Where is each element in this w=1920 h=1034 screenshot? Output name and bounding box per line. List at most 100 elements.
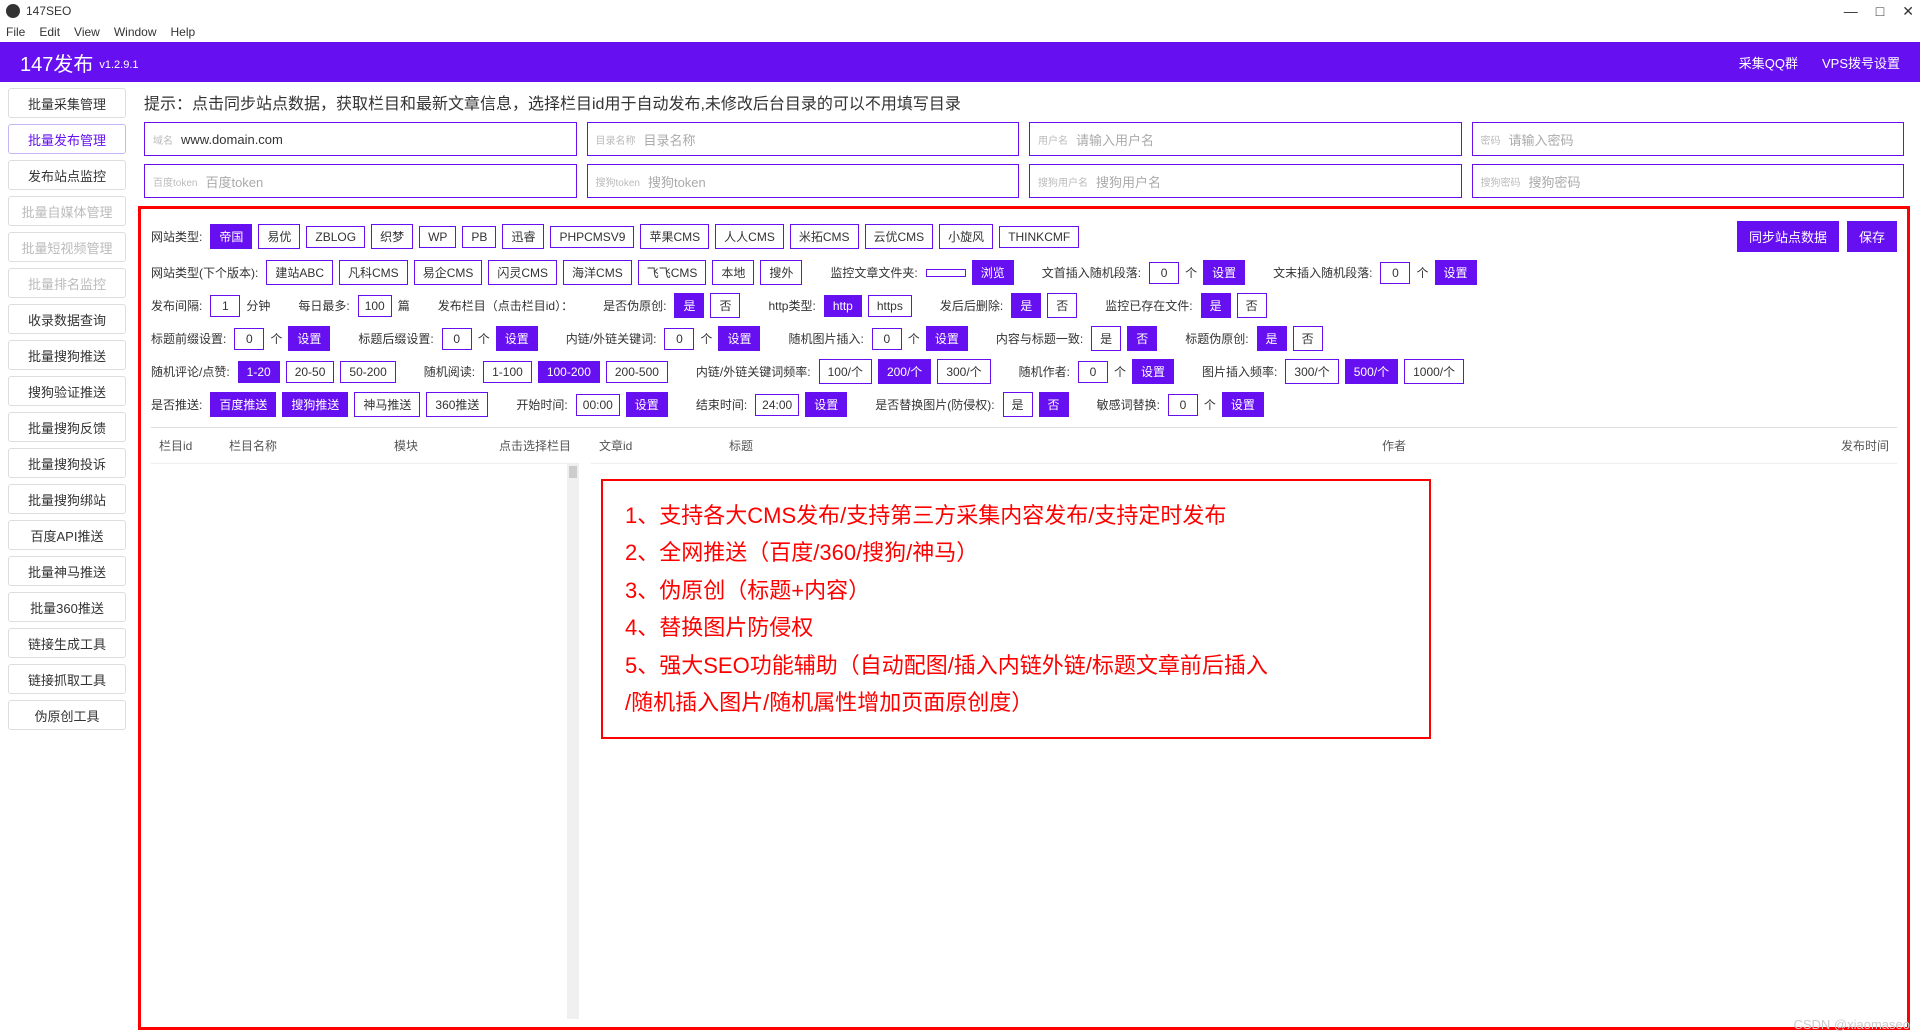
keywords-value[interactable]: 0 [664, 328, 694, 350]
sidebar-item-monitor[interactable]: 发布站点监控 [8, 160, 126, 190]
title-suf-set[interactable]: 设置 [496, 326, 538, 351]
sogou-pass-input[interactable]: 搜狗密码搜狗密码 [1472, 164, 1905, 198]
start-set[interactable]: 设置 [626, 392, 668, 417]
title-pseudo-yes[interactable]: 是 [1257, 326, 1287, 351]
site-type-next-opt[interactable]: 建站ABC [266, 260, 333, 285]
link-vps-settings[interactable]: VPS拨号设置 [1822, 53, 1900, 72]
save-button[interactable]: 保存 [1847, 221, 1897, 252]
menu-help[interactable]: Help [171, 25, 196, 39]
http-opt[interactable]: http [824, 295, 862, 317]
sidebar-item-baidu-api[interactable]: 百度API推送 [8, 520, 126, 550]
comment-opt[interactable]: 1-20 [238, 361, 280, 383]
end-set[interactable]: 设置 [805, 392, 847, 417]
push-opt[interactable]: 神马推送 [354, 392, 420, 417]
end-value[interactable]: 24:00 [755, 394, 799, 416]
site-type-next-opt[interactable]: 易企CMS [414, 260, 483, 285]
title-pseudo-no[interactable]: 否 [1293, 326, 1323, 351]
pseudo-no[interactable]: 否 [710, 293, 740, 318]
sidebar-item-shenma-push[interactable]: 批量神马推送 [8, 556, 126, 586]
randimg-value[interactable]: 0 [872, 328, 902, 350]
sidebar-item-sogou-feedback[interactable]: 批量搜狗反馈 [8, 412, 126, 442]
push-opt[interactable]: 百度推送 [210, 392, 276, 417]
push-opt[interactable]: 360推送 [426, 392, 488, 417]
kwfreq-opt[interactable]: 200/个 [878, 359, 931, 384]
comment-opt[interactable]: 50-200 [340, 361, 395, 383]
sidebar-item-media[interactable]: 批量自媒体管理 [8, 196, 126, 226]
site-type-next-opt[interactable]: 海洋CMS [563, 260, 632, 285]
pseudo-yes[interactable]: 是 [674, 293, 704, 318]
site-type-opt[interactable]: 米拓CMS [790, 224, 859, 249]
sidebar-item-link-gen[interactable]: 链接生成工具 [8, 628, 126, 658]
article-author-header[interactable]: 作者 [981, 437, 1807, 454]
col-id-header[interactable]: 栏目id [151, 437, 221, 454]
sensword-set[interactable]: 设置 [1222, 392, 1264, 417]
push-opt[interactable]: 搜狗推送 [282, 392, 348, 417]
read-opt[interactable]: 200-500 [606, 361, 668, 383]
col-module-header[interactable]: 模块 [351, 437, 461, 454]
dirname-input[interactable]: 目录名称目录名称 [587, 122, 1020, 156]
sidebar-item-sogou-complaint[interactable]: 批量搜狗投诉 [8, 448, 126, 478]
baidu-token-input[interactable]: 百度token百度token [144, 164, 577, 198]
site-type-opt[interactable]: 织梦 [371, 224, 413, 249]
sync-site-button[interactable]: 同步站点数据 [1737, 221, 1839, 252]
title-pre-set[interactable]: 设置 [288, 326, 330, 351]
site-type-opt[interactable]: WP [419, 226, 456, 248]
columns-table-body[interactable] [151, 464, 567, 1019]
col-select-header[interactable]: 点击选择栏目 [461, 437, 579, 454]
title-pre-value[interactable]: 0 [234, 328, 264, 350]
site-type-opt[interactable]: 苹果CMS [640, 224, 709, 249]
password-input[interactable]: 密码请输入密码 [1472, 122, 1905, 156]
imgfreq-opt[interactable]: 500/个 [1345, 359, 1398, 384]
site-type-opt[interactable]: 帝国 [210, 224, 252, 249]
site-type-opt[interactable]: 人人CMS [715, 224, 784, 249]
article-id-header[interactable]: 文章id [591, 437, 721, 454]
domain-input[interactable]: 域名www.domain.com [144, 122, 577, 156]
browse-button[interactable]: 浏览 [972, 260, 1014, 285]
site-type-opt[interactable]: 易优 [258, 224, 300, 249]
kwfreq-opt[interactable]: 100/个 [819, 359, 872, 384]
randimg-set[interactable]: 设置 [926, 326, 968, 351]
https-opt[interactable]: https [868, 295, 912, 317]
col-name-header[interactable]: 栏目名称 [221, 437, 351, 454]
article-time-header[interactable]: 发布时间 [1807, 437, 1897, 454]
afterdel-yes[interactable]: 是 [1011, 293, 1041, 318]
monitor-exist-no[interactable]: 否 [1237, 293, 1267, 318]
sidebar-item-video[interactable]: 批量短视频管理 [8, 232, 126, 262]
sidebar-item-360-push[interactable]: 批量360推送 [8, 592, 126, 622]
site-type-next-opt[interactable]: 本地 [712, 260, 754, 285]
content-title-yes[interactable]: 是 [1091, 326, 1121, 351]
tail-insert-value[interactable]: 0 [1380, 262, 1410, 284]
menu-window[interactable]: Window [114, 25, 157, 39]
daily-value[interactable]: 100 [358, 295, 392, 317]
scrollbar[interactable] [567, 464, 579, 1019]
maximize-button[interactable]: □ [1876, 3, 1884, 20]
head-insert-set[interactable]: 设置 [1203, 260, 1245, 285]
close-button[interactable]: ✕ [1902, 3, 1914, 20]
keywords-set[interactable]: 设置 [718, 326, 760, 351]
comment-opt[interactable]: 20-50 [286, 361, 335, 383]
site-type-next-opt[interactable]: 凡科CMS [339, 260, 408, 285]
sidebar-item-sogou-bind[interactable]: 批量搜狗绑站 [8, 484, 126, 514]
site-type-next-opt[interactable]: 飞飞CMS [638, 260, 707, 285]
sidebar-item-collect[interactable]: 批量采集管理 [8, 88, 126, 118]
author-value[interactable]: 0 [1078, 361, 1108, 383]
start-value[interactable]: 00:00 [576, 394, 620, 416]
minimize-button[interactable]: — [1844, 3, 1858, 20]
sidebar-item-sogou-verify[interactable]: 搜狗验证推送 [8, 376, 126, 406]
sensword-value[interactable]: 0 [1168, 394, 1198, 416]
imgfreq-opt[interactable]: 300/个 [1285, 359, 1338, 384]
sogou-token-input[interactable]: 搜狗token搜狗token [587, 164, 1020, 198]
site-type-opt[interactable]: THINKCMF [999, 226, 1079, 248]
sidebar-item-sogou-push[interactable]: 批量搜狗推送 [8, 340, 126, 370]
menu-file[interactable]: File [6, 25, 25, 39]
site-type-opt[interactable]: PHPCMSV9 [550, 226, 634, 248]
site-type-opt[interactable]: 云优CMS [865, 224, 934, 249]
interval-value[interactable]: 1 [210, 295, 240, 317]
read-opt[interactable]: 100-200 [538, 361, 600, 383]
imgfreq-opt[interactable]: 1000/个 [1404, 359, 1464, 384]
sidebar-item-publish[interactable]: 批量发布管理 [8, 124, 126, 154]
replaceimg-yes[interactable]: 是 [1003, 392, 1033, 417]
link-qq-group[interactable]: 采集QQ群 [1739, 53, 1798, 72]
content-title-no[interactable]: 否 [1127, 326, 1157, 351]
author-set[interactable]: 设置 [1132, 359, 1174, 384]
